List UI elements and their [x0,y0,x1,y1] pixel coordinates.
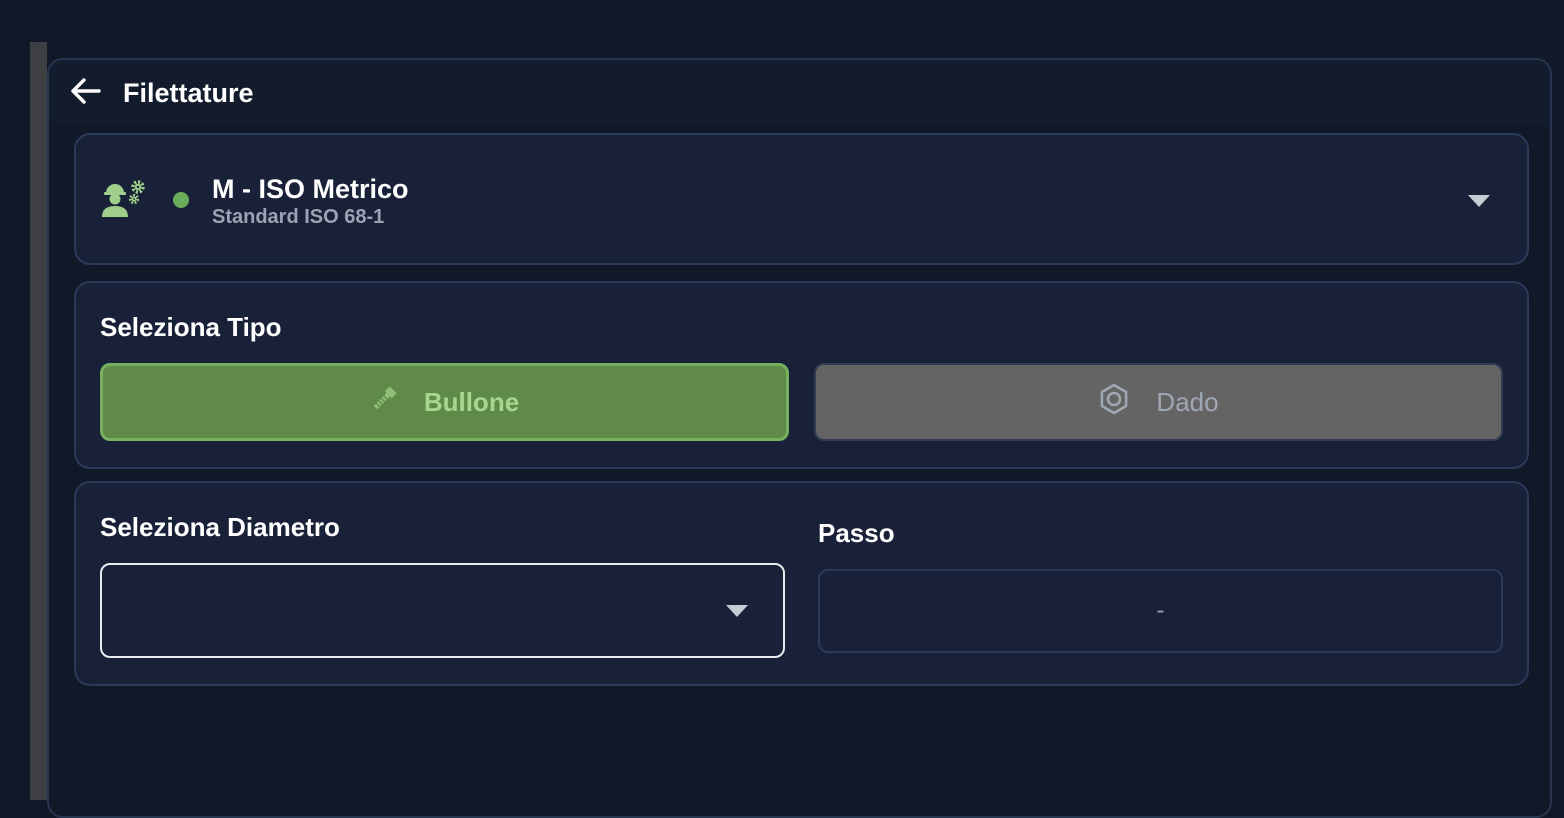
engineer-gears-icon [100,179,150,224]
standard-name: M - ISO Metrico [212,174,409,204]
pitch-section-label: Passo [818,518,895,548]
arrow-left-icon [71,77,101,109]
chevron-down-icon [1468,195,1490,207]
page-title: Filettature [123,78,254,108]
standard-subtitle: Standard ISO 68-1 [212,206,385,228]
diameter-pitch-card: Seleziona Diametro Passo - [74,481,1529,686]
type-section-label: Seleziona Tipo [100,312,282,342]
back-button[interactable] [69,76,103,110]
status-dot [173,192,189,208]
pitch-value-box: - [818,569,1503,653]
type-selection-card: Seleziona Tipo Bullone Dado [74,281,1529,469]
chevron-down-icon [726,605,748,617]
diameter-select[interactable] [100,563,785,658]
diameter-section-label: Seleziona Diametro [100,512,340,542]
standard-selector[interactable]: M - ISO Metrico Standard ISO 68-1 [74,133,1529,265]
bolt-icon [370,385,398,420]
panel-header: Filettature [49,60,1550,126]
pitch-value: - [1156,597,1165,624]
bolt-type-button[interactable]: Bullone [100,363,789,441]
side-scrollbar-strip [30,42,47,800]
bolt-button-label: Bullone [423,386,520,417]
threads-panel: Filettature M - ISO Metrico Standard ISO… [47,58,1552,818]
nut-button-label: Dado [1156,386,1219,417]
hex-nut-icon [1098,383,1130,422]
nut-type-button[interactable]: Dado [814,363,1503,441]
